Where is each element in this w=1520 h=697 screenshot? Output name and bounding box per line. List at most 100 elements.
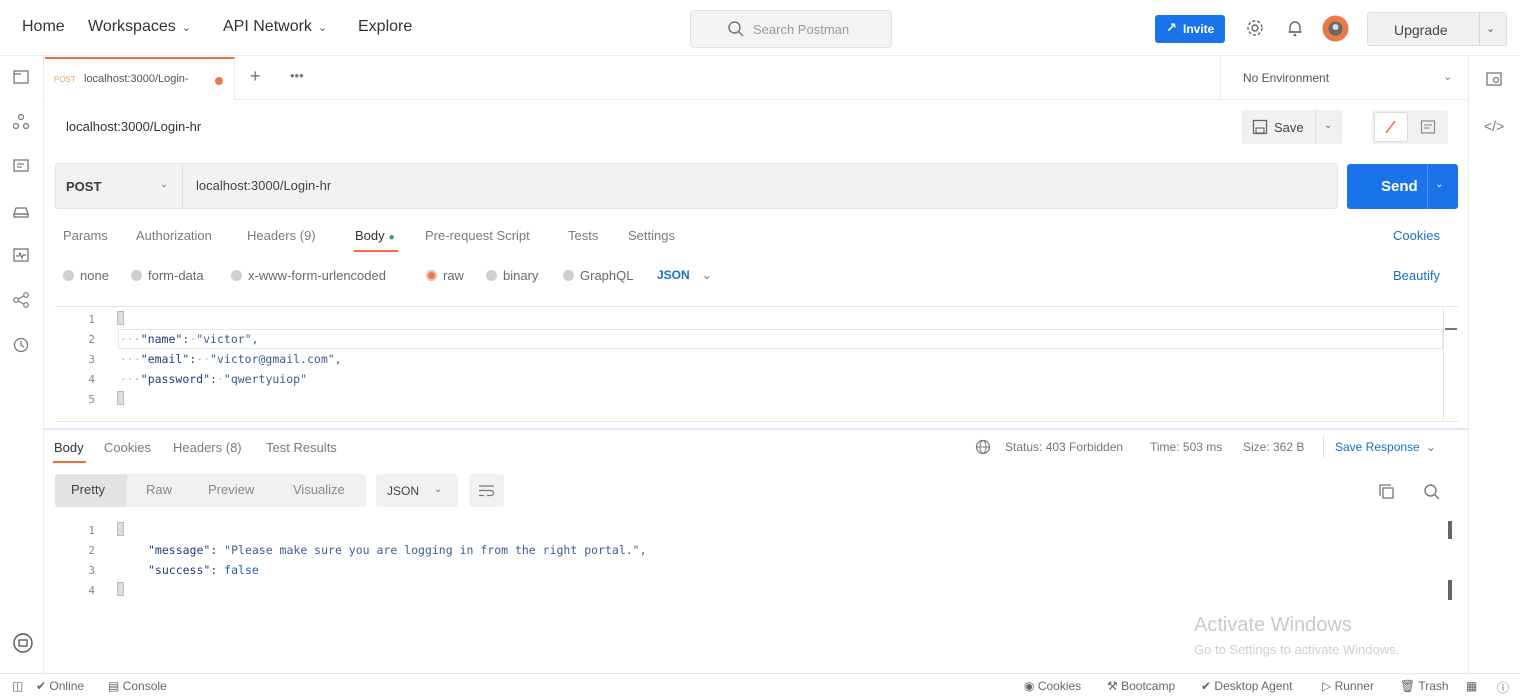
editor-scrollbar[interactable]: [1443, 308, 1457, 420]
monitors-icon[interactable]: [12, 246, 32, 266]
radio-raw[interactable]: raw: [426, 268, 464, 283]
view-raw[interactable]: Raw: [146, 482, 172, 497]
environment-label: No Environment: [1243, 71, 1330, 85]
upgrade-button[interactable]: Upgrade ⌄: [1367, 12, 1507, 46]
code-icon[interactable]: </>: [1484, 118, 1504, 134]
resp-tab-body[interactable]: Body: [54, 440, 84, 455]
help-icon[interactable]: ⓘ: [1497, 679, 1509, 696]
cookies-button[interactable]: ◉ Cookies: [1024, 679, 1081, 693]
bell-icon[interactable]: [1287, 19, 1303, 40]
radio-dot: [563, 270, 574, 281]
tab-request[interactable]: POST localhost:3000/Login-: [45, 57, 235, 100]
nav-workspaces[interactable]: Workspaces ⌄: [88, 18, 191, 36]
code-line: "success": false: [148, 563, 259, 577]
radio-binary[interactable]: binary: [486, 268, 538, 283]
online-status[interactable]: ✔ Online: [36, 679, 84, 693]
chevron-down-icon[interactable]: ⌄: [1435, 179, 1443, 190]
trash-button[interactable]: 🗑 Trash: [1400, 679, 1449, 693]
activation-watermark-subtitle: Go to Settings to activate Windows.: [1194, 642, 1400, 657]
search-input[interactable]: Search Postman: [690, 10, 892, 48]
response-size[interactable]: Size: 362 B: [1243, 440, 1304, 454]
response-status[interactable]: Status: 403 Forbidden: [1005, 440, 1123, 454]
environment-select[interactable]: No Environment ⌄: [1220, 56, 1468, 100]
radio-none[interactable]: none: [63, 268, 109, 283]
response-format-select[interactable]: JSON ⌄: [376, 474, 458, 507]
bootcamp-button[interactable]: ⚒ Bootcamp: [1107, 679, 1175, 693]
search-icon[interactable]: [1423, 483, 1441, 504]
save-button[interactable]: Save ⌄: [1241, 110, 1343, 144]
console-icon: ▤: [108, 679, 120, 693]
send-button[interactable]: Send ⌄: [1347, 164, 1458, 209]
history-icon[interactable]: [12, 336, 32, 356]
radio-dot: [426, 270, 437, 281]
chevron-down-icon: ⌄: [434, 484, 443, 495]
tab-method: POST: [54, 75, 76, 84]
tab-settings[interactable]: Settings: [628, 228, 675, 243]
documentation-icon[interactable]: [1420, 119, 1436, 138]
nav-explore[interactable]: Explore: [358, 18, 412, 36]
scrollbar-thumb[interactable]: [1448, 521, 1452, 539]
flows-icon[interactable]: [12, 291, 32, 311]
tab-pre-request-script[interactable]: Pre-request Script: [425, 228, 530, 243]
body-format-select[interactable]: JSON ⌄: [657, 268, 712, 282]
method-value: POST: [66, 179, 102, 194]
radio-label: x-www-form-urlencoded: [248, 268, 386, 283]
radio-urlencoded[interactable]: x-www-form-urlencoded: [231, 268, 386, 283]
copy-icon[interactable]: [1378, 483, 1395, 503]
chevron-down-icon[interactable]: ⌄: [1324, 120, 1332, 131]
sidebar-toggle-icon[interactable]: ◫: [12, 679, 23, 693]
plus-icon[interactable]: +: [250, 66, 261, 87]
layout-icon[interactable]: ▦: [1466, 679, 1477, 693]
pencil-icon[interactable]: [1374, 112, 1408, 142]
pane-divider[interactable]: [44, 428, 1468, 430]
tab-body[interactable]: Body ●: [355, 228, 395, 243]
tab-body-label: Body: [355, 228, 385, 243]
wrap-lines-button[interactable]: [469, 474, 504, 507]
request-title[interactable]: localhost:3000/Login-hr: [66, 119, 201, 134]
view-visualize[interactable]: Visualize: [293, 482, 345, 497]
active-tab-indicator: [53, 461, 86, 463]
resp-tab-test-results[interactable]: Test Results: [266, 440, 337, 455]
divider: [1323, 436, 1324, 458]
response-time[interactable]: Time: 503 ms: [1150, 440, 1222, 454]
cookies-link[interactable]: Cookies: [1393, 228, 1440, 243]
radio-graphql[interactable]: GraphQL: [563, 268, 633, 283]
scrollbar-thumb[interactable]: [1448, 580, 1452, 600]
resp-tab-cookies[interactable]: Cookies: [104, 440, 151, 455]
url-input[interactable]: [196, 178, 1296, 193]
invite-button[interactable]: ↗ Invite: [1155, 15, 1225, 43]
globe-icon[interactable]: [975, 439, 991, 458]
nav-api-network[interactable]: API Network ⌄: [223, 18, 327, 36]
desktop-agent-button[interactable]: ✔ Desktop Agent: [1201, 679, 1292, 693]
save-response-button[interactable]: Save Response ⌄: [1335, 440, 1436, 454]
tab-authorization[interactable]: Authorization: [136, 228, 212, 243]
radio-form-data[interactable]: form-data: [131, 268, 204, 283]
chevron-down-icon[interactable]: ⌄: [1486, 22, 1495, 35]
nav-api-network-label: API Network: [223, 18, 312, 35]
method-select[interactable]: POST ⌄: [56, 164, 183, 208]
beautify-link[interactable]: Beautify: [1393, 268, 1440, 283]
cookie-icon: ◉: [1024, 679, 1035, 693]
send-label: Send: [1381, 178, 1418, 195]
help-bot-icon[interactable]: [12, 632, 33, 653]
radio-dot: [63, 270, 74, 281]
view-preview[interactable]: Preview: [208, 482, 254, 497]
avatar[interactable]: [1322, 15, 1349, 45]
tab-tests[interactable]: Tests: [568, 228, 598, 243]
tab-headers[interactable]: Headers (9): [247, 228, 316, 243]
runner-button[interactable]: ▷ Runner: [1322, 679, 1374, 693]
mock-servers-icon[interactable]: [12, 202, 32, 222]
gear-icon[interactable]: [1246, 19, 1264, 40]
environment-quick-look-icon[interactable]: [1485, 70, 1503, 91]
more-icon[interactable]: •••: [290, 68, 304, 83]
resp-tab-headers[interactable]: Headers (8): [173, 440, 242, 455]
status-bar: ◫ ✔ Online ▤ Console ◉ Cookies ⚒ Bootcam…: [0, 673, 1520, 697]
collections-icon[interactable]: [12, 68, 32, 88]
view-pretty[interactable]: Pretty: [71, 482, 105, 497]
tab-params[interactable]: Params: [63, 228, 108, 243]
nav-home[interactable]: Home: [22, 18, 65, 36]
apis-icon[interactable]: [12, 113, 32, 133]
console-button[interactable]: ▤ Console: [108, 679, 167, 693]
radio-dot: [486, 270, 497, 281]
environments-icon[interactable]: [12, 157, 32, 177]
